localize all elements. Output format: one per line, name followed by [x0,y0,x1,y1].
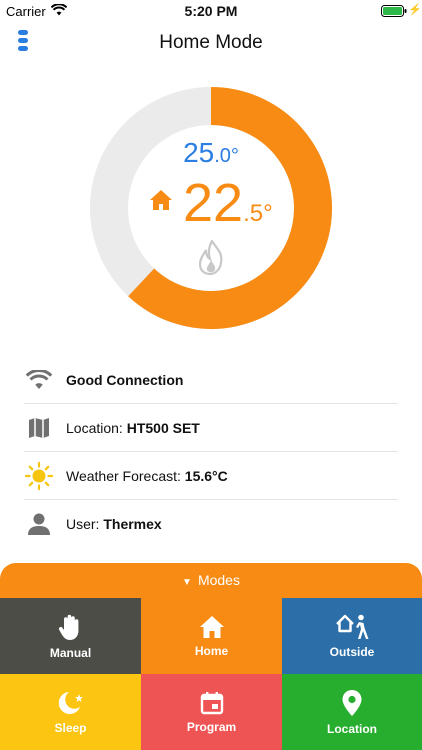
user-value: Thermex [103,516,162,532]
mode-label: Program [186,719,237,734]
home-mode-icon [150,190,172,210]
walking-person-icon [336,614,369,639]
user-label: User: [66,516,100,532]
user-icon [24,509,54,539]
battery-icon [381,5,407,17]
flame-icon [198,240,223,276]
wifi-icon [24,365,54,395]
status-bar: Carrier 5:20 PM ⚡ [0,0,422,22]
modes-header-label: Modes [197,572,240,588]
connection-status: Good Connection [66,371,184,388]
current-temp-decimal: .5° [243,200,273,227]
current-temp-whole: 22 [183,173,244,233]
location-pin-icon [342,689,362,716]
mode-sleep-button[interactable]: Sleep [0,674,141,750]
triangle-down-icon: ▼ [182,577,192,588]
location-value: HT500 SET [126,419,200,436]
hand-icon [58,614,78,640]
home-icon [199,615,224,638]
weather-row: Weather Forecast: 15.6°C [24,452,398,500]
mode-location-button[interactable]: Location [282,674,422,750]
mode-program-button[interactable]: Program [141,674,282,750]
connection-row: Good Connection [24,356,398,404]
mode-label: Location [327,721,377,736]
moon-icon [58,691,83,714]
location-row: Location: HT500 SET [24,404,398,452]
location-label: Location: [66,419,123,436]
mode-label: Home [194,643,229,658]
mode-label: Outside [329,644,375,659]
modes-grid: Manual Home Outside Sleep Program Locati… [0,598,422,750]
target-temp-whole: 25 [183,137,215,168]
weather-value: 15.6°C [184,467,228,484]
mode-home-button[interactable]: Home [141,598,282,674]
mode-label: Manual [49,645,92,660]
calendar-icon [200,691,223,714]
sun-icon [24,461,54,491]
mode-outside-button[interactable]: Outside [282,598,422,674]
map-icon [24,413,54,443]
mode-label: Sleep [54,720,87,735]
mode-manual-button[interactable]: Manual [0,598,141,674]
weather-label: Weather Forecast: [66,467,181,484]
target-temperature: 25.0° [0,137,422,169]
page-title: Home Mode [159,32,263,53]
current-temperature: 22.5° [183,172,273,234]
info-list: Good Connection Location: HT500 SET Weat… [24,356,398,548]
status-time: 5:20 PM [184,3,238,19]
modes-toggle[interactable]: ▼ Modes [0,563,422,598]
charging-bolt-icon: ⚡ [408,4,422,16]
user-row: User: Thermex [24,500,398,548]
target-temp-decimal: .0° [214,145,239,167]
